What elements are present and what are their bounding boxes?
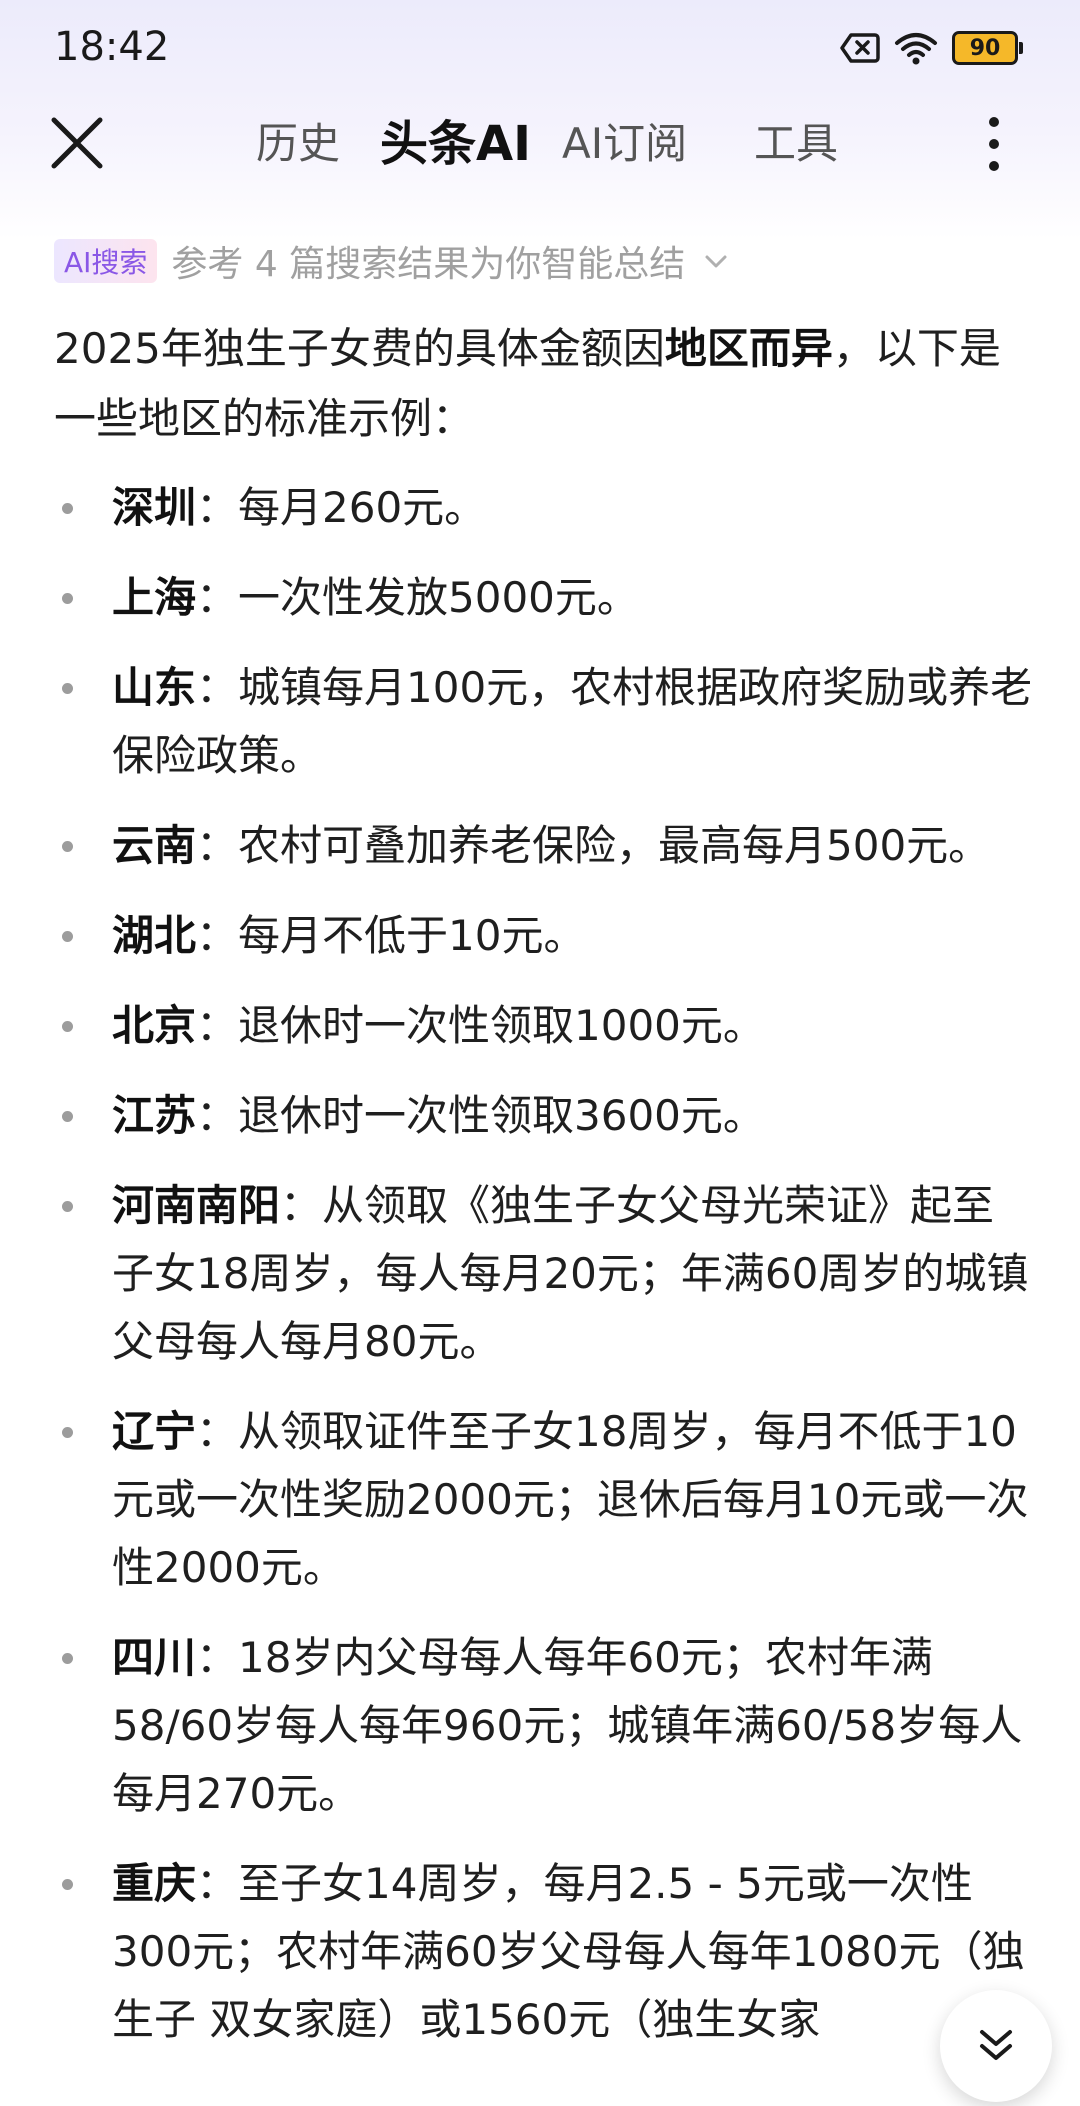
bullet-icon <box>62 841 73 852</box>
region-detail: ：一次性发放5000元。 <box>196 573 639 622</box>
bullet-icon <box>62 1879 73 1890</box>
bullet-icon <box>62 593 73 604</box>
ai-search-summary[interactable]: AI搜索 参考 4 篇搜索结果为你智能总结 <box>54 236 729 286</box>
list-item: 江苏：退休时一次性领取3600元。 <box>54 1082 1034 1150</box>
region-detail: ：至子女14周岁，每月2.5 - 5元或一次性300元；农村年满60岁父母每人每… <box>112 1859 1025 2044</box>
region-name: 山东 <box>112 663 197 712</box>
wifi-icon <box>895 33 937 65</box>
tab-ai-subscription[interactable]: AI订阅 <box>562 114 687 174</box>
battery-icon: 90 <box>952 31 1023 65</box>
tab-history[interactable]: 历史 <box>256 114 340 174</box>
scroll-to-bottom-button[interactable] <box>940 1990 1052 2102</box>
scroll-down-icon <box>980 2030 1012 2060</box>
battery-level: 90 <box>969 35 1001 61</box>
region-name: 辽宁 <box>112 1407 197 1456</box>
region-name: 深圳 <box>112 483 197 532</box>
region-list: 深圳：每月260元。 上海：一次性发放5000元。 山东：城镇每月100元，农村… <box>54 474 1034 2076</box>
region-name: 上海 <box>112 573 197 622</box>
ai-search-badge: AI搜索 <box>54 239 158 283</box>
bullet-icon <box>62 931 73 942</box>
bullet-icon <box>62 1201 73 1212</box>
region-detail: ：农村可叠加养老保险，最高每月500元。 <box>196 821 991 870</box>
tab-tools[interactable]: 工具 <box>754 114 838 174</box>
region-name: 江苏 <box>112 1091 197 1140</box>
bullet-icon <box>62 503 73 514</box>
list-item: 上海：一次性发放5000元。 <box>54 564 1034 632</box>
bullet-icon <box>62 683 73 694</box>
more-vertical-icon[interactable] <box>982 114 1006 174</box>
list-item: 河南南阳：从领取《独生子女父母光荣证》起至子女18周岁，每人每月20元；年满60… <box>54 1172 1034 1376</box>
list-item: 四川：18岁内父母每人每年60元；农村年满58/60岁每人每年960元；城镇年满… <box>54 1624 1034 1828</box>
intro-text: 2025年独生子女费的具体金额因 <box>54 324 665 373</box>
region-name: 四川 <box>112 1633 197 1682</box>
region-detail: ：退休时一次性领取3600元。 <box>196 1091 765 1140</box>
list-item: 辽宁：从领取证件至子女18周岁，每月不低于10元或一次性奖励2000元；退休后每… <box>54 1398 1034 1602</box>
region-name: 河南南阳 <box>112 1181 281 1230</box>
region-name: 北京 <box>112 1001 197 1050</box>
status-icons: 90 <box>840 26 1023 70</box>
top-nav: 历史 头条AI AI订阅 工具 <box>0 100 1080 190</box>
sim-error-icon <box>840 33 880 63</box>
status-time: 18:42 <box>54 24 170 70</box>
bullet-icon <box>62 1111 73 1122</box>
list-item: 北京：退休时一次性领取1000元。 <box>54 992 1034 1060</box>
intro-emphasis: 地区而异 <box>664 324 833 373</box>
region-name: 湖北 <box>112 911 197 960</box>
bullet-icon <box>62 1653 73 1664</box>
ai-summary-text: 参考 4 篇搜索结果为你智能总结 <box>171 244 686 285</box>
region-detail: ：城镇每月100元，农村根据政府奖励或养老保险政策。 <box>112 663 1033 780</box>
list-item: 湖北：每月不低于10元。 <box>54 902 1034 970</box>
tab-toutiao-ai[interactable]: 头条AI <box>380 114 531 174</box>
region-detail: ：退休时一次性领取1000元。 <box>196 1001 765 1050</box>
list-item: 云南：农村可叠加养老保险，最高每月500元。 <box>54 812 1034 880</box>
close-icon[interactable] <box>50 116 104 170</box>
status-bar: 18:42 90 <box>0 0 1080 100</box>
region-detail: ：18岁内父母每人每年60元；农村年满58/60岁每人每年960元；城镇年满60… <box>112 1633 1023 1818</box>
bullet-icon <box>62 1021 73 1032</box>
region-name: 云南 <box>112 821 197 870</box>
chevron-down-icon <box>705 255 727 268</box>
answer-intro: 2025年独生子女费的具体金额因地区而异，以下是一些地区的标准示例： <box>54 314 1034 454</box>
bullet-icon <box>62 1427 73 1438</box>
region-detail: ：每月不低于10元。 <box>196 911 586 960</box>
region-detail: ：每月260元。 <box>196 483 487 532</box>
region-name: 重庆 <box>112 1859 197 1908</box>
region-detail: ：从领取证件至子女18周岁，每月不低于10元或一次性奖励2000元；退休后每月1… <box>112 1407 1029 1592</box>
list-item: 深圳：每月260元。 <box>54 474 1034 542</box>
list-item: 重庆：至子女14周岁，每月2.5 - 5元或一次性300元；农村年满60岁父母每… <box>54 1850 1034 2054</box>
list-item: 山东：城镇每月100元，农村根据政府奖励或养老保险政策。 <box>54 654 1034 790</box>
